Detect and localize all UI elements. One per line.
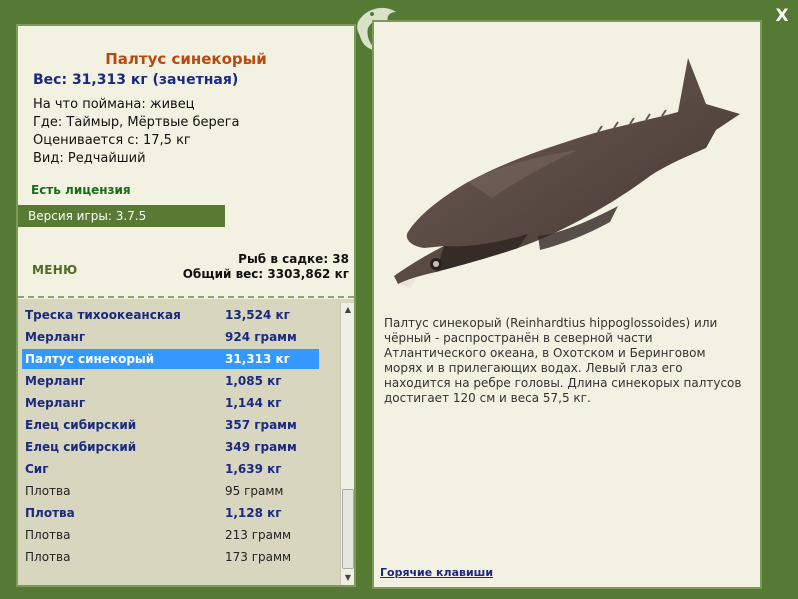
catch-list-item[interactable]: Плотва 213 грамм — [22, 525, 319, 545]
catch-list-item[interactable]: Треска тихоокеанская 13,524 кг — [22, 305, 319, 325]
catch-list-item[interactable]: Мерланг 1,144 кг — [22, 393, 319, 413]
catch-list-item[interactable]: Палтус синекорый 31,313 кг — [22, 349, 319, 369]
close-button[interactable]: X — [772, 6, 792, 26]
catch-list: Треска тихоокеанская 13,524 кг Мерланг 924… — [18, 299, 354, 585]
valued-from-text: Оценивается с: 17,5 кг — [33, 133, 191, 148]
catch-list-item[interactable]: Мерланг 924 грамм — [22, 327, 319, 347]
catch-list-scrollbar[interactable]: ▲ ▼ — [340, 303, 354, 585]
fish-picture-panel: Палтус синекорый (Reinhardtius hippoglos… — [372, 20, 762, 589]
fish-info-panel: Палтус синекорый Вес: 31,313 кг (зачетна… — [16, 24, 356, 587]
catch-list-item[interactable]: Елец сибирский 357 грамм — [22, 415, 319, 435]
halibut-image — [394, 58, 740, 288]
fish-details: На что поймана: живец Где: Таймыр, Мёртв… — [33, 96, 240, 168]
catch-list-item[interactable]: Плотва 173 грамм — [22, 547, 319, 567]
catch-name: Палтус синекорый — [25, 352, 155, 366]
version-bar: Версия игры: 3.7.5 — [18, 205, 225, 227]
catch-list-item[interactable]: Плотва 1,128 кг — [22, 503, 319, 523]
catch-list-item[interactable]: Мерланг 1,085 кг — [22, 371, 319, 391]
catch-weight: 349 грамм — [225, 440, 297, 454]
fish-count: Рыб в садке: 38 — [238, 252, 349, 266]
catch-name: Мерланг — [25, 374, 86, 388]
catch-name: Плотва — [25, 506, 75, 520]
scroll-up-icon[interactable]: ▲ — [341, 303, 354, 317]
catch-weight: 13,524 кг — [225, 308, 290, 322]
catch-weight: 173 грамм — [225, 550, 292, 564]
catch-list-item[interactable]: Елец сибирский 349 грамм — [22, 437, 319, 457]
catch-weight: 924 грамм — [225, 330, 297, 344]
hotkeys-link[interactable]: Горячие клавиши — [380, 566, 493, 579]
scroll-thumb[interactable] — [342, 489, 354, 569]
fish-weight: Вес: 31,313 кг (зачетная) — [33, 72, 239, 88]
kind-text: Вид: Редчайший — [33, 151, 146, 166]
catch-weight: 1,144 кг — [225, 396, 282, 410]
fish-description: Палтус синекорый (Reinhardtius hippoglos… — [384, 316, 742, 405]
catch-name: Мерланг — [25, 396, 86, 410]
menu-button[interactable]: МЕНЮ — [32, 263, 77, 277]
catch-weight: 1,128 кг — [225, 506, 282, 520]
catch-stats: Рыб в садке: 38 Общий вес: 3303,862 кг — [183, 252, 349, 282]
dashed-divider — [18, 296, 354, 298]
catch-name: Треска тихоокеанская — [25, 308, 181, 322]
catch-name: Сиг — [25, 462, 49, 476]
catch-name: Плотва — [25, 550, 71, 564]
catch-name: Елец сибирский — [25, 418, 137, 432]
catch-list-item[interactable]: Плотва 95 грамм — [22, 481, 319, 501]
catch-weight: 357 грамм — [225, 418, 297, 432]
total-weight: Общий вес: 3303,862 кг — [182, 267, 349, 281]
catch-weight: 1,639 кг — [225, 462, 282, 476]
fish-title: Палтус синекорый — [105, 50, 267, 68]
catch-weight: 1,085 кг — [225, 374, 282, 388]
catch-name: Плотва — [25, 528, 71, 542]
location-text: Где: Таймыр, Мёртвые берега — [33, 115, 240, 130]
catch-name: Мерланг — [25, 330, 86, 344]
catch-weight: 95 грамм — [225, 484, 284, 498]
catch-name: Плотва — [25, 484, 71, 498]
catch-weight: 213 грамм — [225, 528, 292, 542]
catch-weight: 31,313 кг — [225, 352, 290, 366]
game-window-frame: X Палтус синекорый Вес: 31,313 кг (зачет… — [0, 0, 798, 599]
caught-on-text: На что поймана: живец — [33, 97, 195, 112]
catch-name: Елец сибирский — [25, 440, 137, 454]
scroll-down-icon[interactable]: ▼ — [341, 571, 354, 585]
catch-list-item[interactable]: Сиг 1,639 кг — [22, 459, 319, 479]
license-status: Есть лицензия — [31, 183, 131, 197]
